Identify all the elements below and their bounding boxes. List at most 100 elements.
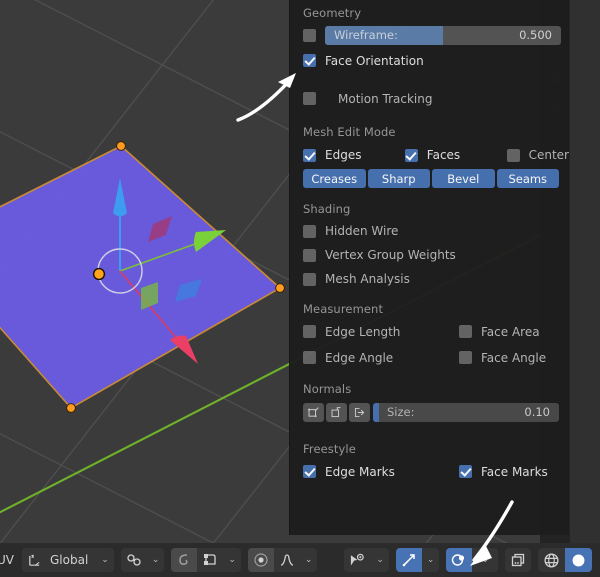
face-marks-checkbox[interactable]	[459, 465, 472, 478]
chevron-down-icon[interactable]: ⌄	[371, 555, 389, 565]
chevron-down-icon[interactable]: ⌄	[96, 555, 114, 565]
face-angle-row[interactable]: Face Angle	[459, 351, 546, 365]
edge-angle-checkbox[interactable]	[303, 351, 316, 364]
transform-orientation-group[interactable]: Global ⌄	[22, 548, 114, 572]
face-marks-label: Face Marks	[481, 464, 548, 479]
chevron-down-icon[interactable]: ⌄	[223, 555, 241, 565]
vertex-group-weights-label: Vertex Group Weights	[325, 248, 456, 262]
snap-group[interactable]: ⌄	[120, 548, 165, 572]
xray-group[interactable]	[505, 548, 531, 572]
center-label: Center	[528, 148, 569, 162]
face-area-checkbox[interactable]	[459, 325, 472, 338]
section-title-geometry: Geometry	[303, 6, 362, 20]
wireframe-checkbox[interactable]	[303, 29, 316, 42]
viewport-overlays-popover[interactable]: Geometry Wireframe: 0.500 Face Orientati…	[289, 0, 569, 535]
mesh-analysis-label: Mesh Analysis	[325, 272, 410, 286]
face-area-row[interactable]: Face Area	[459, 325, 540, 339]
proportional-edit-icon[interactable]	[171, 548, 198, 572]
edge-marks-checkbox[interactable]	[303, 465, 316, 478]
face-angle-checkbox[interactable]	[459, 351, 472, 364]
section-title-mesh-edit-mode: Mesh Edit Mode	[303, 125, 396, 139]
edges-checkbox[interactable]	[303, 148, 316, 162]
overlays-dropdown-chevron-icon[interactable]: ⌄	[472, 548, 498, 572]
split-normals-icon[interactable]	[326, 403, 347, 422]
blender-window: Geometry Wireframe: 0.500 Face Orientati…	[0, 0, 600, 577]
center-row[interactable]: Center	[506, 148, 569, 162]
hidden-wire-checkbox[interactable]	[303, 224, 316, 238]
mesh-analysis-checkbox[interactable]	[303, 272, 316, 286]
edge-angle-label: Edge Angle	[325, 350, 394, 365]
chevron-down-icon[interactable]: ⌄	[422, 555, 440, 565]
motion-tracking-label: Motion Tracking	[338, 91, 433, 106]
chevron-down-icon[interactable]: ⌄	[147, 555, 165, 565]
transform-orientation-value[interactable]: Global	[47, 548, 96, 572]
normals-size-slider[interactable]: Size: 0.10	[373, 403, 559, 422]
hidden-wire-label: Hidden Wire	[325, 224, 399, 238]
seams-button[interactable]: Seams	[496, 169, 559, 188]
bevel-button[interactable]: Bevel	[432, 169, 495, 188]
right-edge-strip	[570, 0, 600, 543]
faces-checkbox[interactable]	[404, 148, 418, 162]
uv-menu-label[interactable]: UV	[0, 553, 14, 567]
center-checkbox[interactable]	[506, 148, 520, 162]
face-normals-icon[interactable]	[349, 403, 370, 422]
edge-marks-row[interactable]: Edge Marks	[303, 465, 459, 479]
transform-gizmo[interactable]	[20, 168, 250, 378]
shading-wireframe-globe-icon[interactable]	[538, 548, 565, 572]
viewport-header-toolbar[interactable]: UV Global ⌄ ⌄ ⌄ ⌄ ⌄ ⌄ ⌄	[0, 543, 600, 577]
edges-row[interactable]: Edges	[303, 148, 405, 162]
proportional-edit-group[interactable]: ⌄	[171, 548, 241, 572]
gizmo-arrow-icon[interactable]	[395, 548, 422, 572]
creases-button[interactable]: Creases	[303, 169, 366, 188]
shading-solid-sphere-icon[interactable]	[565, 548, 592, 572]
falloff-curve-icon[interactable]	[274, 548, 300, 572]
face-marks-row[interactable]: Face Marks	[459, 465, 548, 479]
falloff-group[interactable]: ⌄	[247, 548, 318, 572]
motion-tracking-checkbox[interactable]	[303, 92, 316, 105]
sharp-button[interactable]: Sharp	[367, 169, 430, 188]
face-area-label: Face Area	[481, 324, 540, 339]
show-gizmo-eye-icon[interactable]	[344, 548, 371, 572]
mesh-analysis-row[interactable]: Mesh Analysis	[290, 269, 569, 289]
face-orientation-checkbox[interactable]	[303, 54, 316, 67]
section-title-shading: Shading	[303, 202, 351, 216]
edge-length-row[interactable]: Edge Length	[303, 325, 459, 339]
edge-angle-row[interactable]: Edge Angle	[303, 351, 459, 365]
orientation-axes-icon[interactable]	[22, 548, 47, 572]
normals-size-fill	[373, 403, 379, 422]
faces-label: Faces	[426, 148, 461, 162]
hidden-wire-row[interactable]: Hidden Wire	[290, 221, 569, 241]
proportional-connected-icon[interactable]	[197, 548, 223, 572]
vertex-normals-icon[interactable]	[303, 403, 324, 422]
measurement-row-1: Edge Length Face Area	[290, 321, 569, 342]
wireframe-row[interactable]: Wireframe: 0.500	[290, 26, 569, 45]
overlays-group[interactable]: ⌄	[446, 548, 498, 572]
gizmo-group[interactable]: ⌄	[395, 548, 440, 572]
normals-size-label: Size:	[387, 405, 415, 419]
normals-size-value: 0.10	[524, 405, 550, 419]
motion-tracking-row[interactable]: Motion Tracking	[290, 88, 569, 109]
freestyle-row: Edge Marks Face Marks	[290, 461, 569, 482]
vertex-group-weights-checkbox[interactable]	[303, 248, 316, 262]
chevron-down-icon[interactable]: ⌄	[300, 555, 318, 565]
mesh-edit-mode-checkbox-row: Edges Faces Center	[290, 144, 569, 166]
xray-toggle-icon[interactable]	[505, 548, 531, 572]
edge-length-checkbox[interactable]	[303, 325, 316, 338]
falloff-smooth-icon[interactable]	[247, 548, 274, 572]
shading-group[interactable]	[538, 548, 592, 572]
edge-length-label: Edge Length	[325, 324, 401, 339]
overlays-two-circles-icon[interactable]	[446, 548, 473, 572]
wireframe-slider[interactable]: Wireframe: 0.500	[325, 26, 561, 45]
face-orientation-row[interactable]: Face Orientation	[290, 50, 569, 71]
vertex-group-weights-row[interactable]: Vertex Group Weights	[290, 245, 569, 265]
section-title-normals: Normals	[303, 382, 352, 396]
edge-marks-label: Edge Marks	[325, 464, 395, 479]
wireframe-value: 0.500	[519, 28, 552, 42]
wireframe-label: Wireframe:	[334, 28, 398, 42]
magnet-snap-icon[interactable]	[121, 548, 147, 572]
section-title-measurement: Measurement	[303, 302, 384, 316]
faces-row[interactable]: Faces	[404, 148, 507, 162]
visibility-group[interactable]: ⌄	[344, 548, 389, 572]
mesh-edit-mode-button-strip: Creases Sharp Bevel Seams	[290, 169, 569, 188]
face-angle-label: Face Angle	[481, 350, 547, 365]
